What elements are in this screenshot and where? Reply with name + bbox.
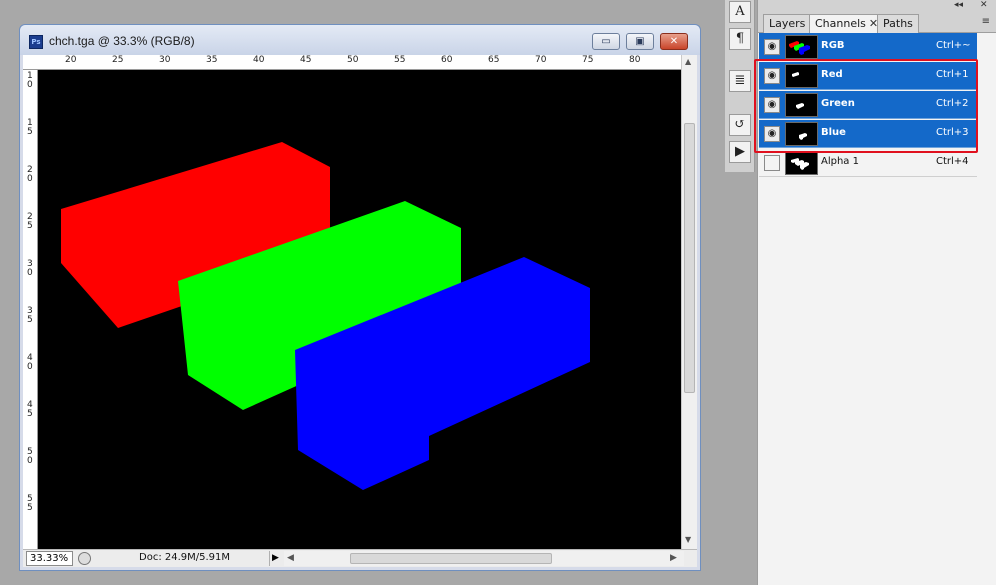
channel-row-rgb[interactable]: ◉ RGB Ctrl+~ — [759, 33, 977, 61]
channel-thumbnail — [785, 93, 818, 117]
tab-label: Layers — [769, 17, 806, 30]
channel-thumbnail — [785, 35, 818, 59]
ruler-label: 55 — [394, 55, 406, 65]
ruler-label: 1 0 — [27, 71, 33, 90]
ruler-label: 25 — [112, 55, 124, 65]
document-title: chch.tga @ 33.3% (RGB/8) — [49, 34, 195, 48]
status-info-icon[interactable] — [78, 552, 91, 565]
zoom-level-field[interactable]: 33.33% — [26, 551, 73, 566]
channel-thumbnail — [785, 151, 818, 175]
channel-thumbnail — [785, 64, 818, 88]
alpha-channel-thumbnail — [791, 158, 809, 170]
visibility-toggle-empty[interactable] — [764, 155, 780, 171]
ruler-label: 2 0 — [27, 165, 33, 184]
panel-icon-strip: A ¶ ≣ ↺ ▶ — [725, 0, 755, 172]
info-panel-icon[interactable]: ≣ — [729, 70, 751, 92]
ruler-label: 2 5 — [27, 212, 33, 231]
scroll-up-icon[interactable]: ▲ — [685, 57, 691, 66]
ruler-label: 40 — [253, 55, 265, 65]
close-panel-icon[interactable]: ✕ — [980, 0, 988, 10]
channel-shortcut: Ctrl+2 — [936, 98, 969, 109]
ruler-label: 70 — [535, 55, 547, 65]
ruler-label: 3 5 — [27, 306, 33, 325]
scroll-left-icon[interactable]: ◀ — [287, 551, 294, 566]
channel-name: Red — [821, 69, 843, 80]
ruler-label: 5 5 — [27, 494, 33, 513]
channel-shortcut: Ctrl+~ — [936, 40, 971, 51]
ruler-label: 60 — [441, 55, 453, 65]
panel-header[interactable]: ◂◂ ✕ — [758, 0, 996, 12]
tab-paths[interactable]: Paths — [877, 14, 919, 33]
minimize-button[interactable]: ▭ — [592, 33, 620, 50]
canvas-artwork — [61, 142, 590, 490]
tab-channels[interactable]: Channels ✕ — [809, 14, 885, 34]
history-panel-icon[interactable]: ↺ — [729, 114, 751, 136]
channel-name: Alpha 1 — [821, 156, 859, 167]
channel-row-blue[interactable]: ◉ Blue Ctrl+3 — [759, 120, 977, 148]
green-channel-thumbnail — [796, 103, 804, 109]
vertical-ruler[interactable]: 1 0 1 5 2 0 2 5 3 0 3 5 4 0 4 5 5 0 5 5 — [23, 70, 38, 549]
channel-row-green[interactable]: ◉ Green Ctrl+2 — [759, 91, 977, 119]
ruler-label: 4 5 — [27, 400, 33, 419]
status-bar: 33.33% Doc: 24.9M/5.91M ▶ ◀ ▶ — [23, 549, 697, 567]
collapse-panel-icon[interactable]: ◂◂ — [954, 0, 963, 10]
ruler-label: 35 — [206, 55, 218, 65]
status-menu-arrow-icon[interactable]: ▶ — [269, 551, 281, 566]
channels-panel: ◂◂ ✕ Layers Channels ✕ Paths ≡ ◉ RGB Ctrl… — [757, 0, 996, 585]
paragraph-panel-icon[interactable]: ¶ — [729, 28, 751, 50]
channel-thumbnail — [785, 122, 818, 146]
visibility-eye-icon[interactable]: ◉ — [764, 97, 780, 113]
ruler-label: 65 — [488, 55, 500, 65]
photoshop-icon: Ps — [29, 35, 43, 49]
ruler-label: 4 0 — [27, 353, 33, 372]
panel-menu-icon[interactable]: ≡ — [982, 16, 990, 27]
channel-shortcut: Ctrl+1 — [936, 69, 969, 80]
close-button[interactable]: ✕ — [660, 33, 688, 50]
actions-panel-icon[interactable]: ▶ — [729, 141, 751, 163]
blue-channel-thumbnail — [799, 133, 807, 140]
channel-shortcut: Ctrl+3 — [936, 127, 969, 138]
ruler-label: 80 — [629, 55, 641, 65]
rgb-thumbnail — [789, 41, 810, 55]
horizontal-ruler[interactable]: 20 25 30 35 40 45 50 55 60 65 70 75 80 — [23, 55, 681, 70]
channel-shortcut: Ctrl+4 — [936, 156, 969, 167]
ruler-label: 30 — [159, 55, 171, 65]
channel-row-alpha-1[interactable]: Alpha 1 Ctrl+4 — [759, 149, 977, 177]
tab-label: Paths — [883, 17, 913, 30]
tab-label: Channels — [815, 17, 866, 30]
tab-layers[interactable]: Layers — [763, 14, 812, 33]
scroll-down-icon[interactable]: ▼ — [685, 535, 691, 544]
scroll-right-icon[interactable]: ▶ — [670, 551, 677, 566]
channel-name: Green — [821, 98, 855, 109]
ruler-label: 1 5 — [27, 118, 33, 137]
red-channel-thumbnail — [792, 72, 799, 77]
visibility-eye-icon[interactable]: ◉ — [764, 68, 780, 84]
ruler-label: 5 0 — [27, 447, 33, 466]
channel-row-red[interactable]: ◉ Red Ctrl+1 — [759, 62, 977, 90]
vertical-scrollbar[interactable]: ▲ ▼ — [681, 55, 697, 549]
image-canvas[interactable] — [38, 70, 681, 549]
document-title-bar[interactable]: Ps chch.tga @ 33.3% (RGB/8) ▭ ▣ ✕ — [20, 25, 700, 55]
maximize-button[interactable]: ▣ — [626, 33, 654, 50]
ruler-label: 75 — [582, 55, 594, 65]
visibility-eye-icon[interactable]: ◉ — [764, 39, 780, 55]
horizontal-scroll-thumb[interactable] — [350, 553, 552, 564]
visibility-eye-icon[interactable]: ◉ — [764, 126, 780, 142]
document-window: Ps chch.tga @ 33.3% (RGB/8) ▭ ▣ ✕ 20 25 … — [19, 24, 701, 571]
horizontal-scrollbar[interactable]: ◀ ▶ — [284, 551, 684, 566]
panel-tabs: Layers Channels ✕ Paths ≡ — [758, 12, 996, 34]
vertical-scroll-thumb[interactable] — [684, 123, 695, 393]
ruler-label: 50 — [347, 55, 359, 65]
document-size: Doc: 24.9M/5.91M — [139, 552, 231, 563]
ruler-label: 20 — [65, 55, 77, 65]
ruler-label: 3 0 — [27, 259, 33, 278]
channel-name: RGB — [821, 40, 845, 51]
ruler-label: 45 — [300, 55, 312, 65]
channel-name: Blue — [821, 127, 846, 138]
character-panel-icon[interactable]: A — [729, 1, 751, 23]
